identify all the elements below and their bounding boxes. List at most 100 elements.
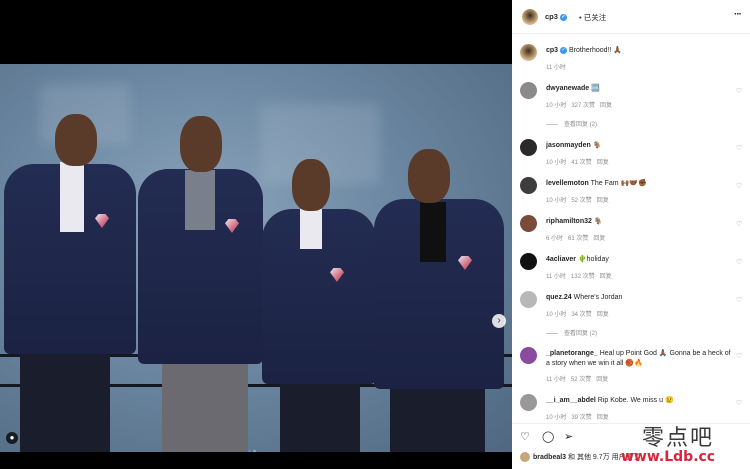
comment-time: 10 小时 [546, 103, 567, 109]
share-icon[interactable]: ➢ [564, 430, 573, 443]
comment-body: jasonmayden 🐐 [546, 141, 732, 151]
comment-time: 10 小时 [546, 198, 567, 204]
reply-button[interactable]: 回复 [593, 236, 605, 242]
view-replies-text: 查看回复 (2) [564, 122, 598, 128]
comment-time: 10 小时 [546, 160, 567, 166]
comment-likes[interactable]: 34 次赞 [571, 312, 591, 318]
comment-time: 11 小时 [546, 377, 566, 383]
comment-avatar[interactable] [520, 253, 537, 270]
watermark-logo: 零点吧 [642, 426, 715, 451]
heart-icon[interactable]: ♡ [736, 258, 742, 266]
comment-time: 10 小时 [546, 312, 567, 318]
comment-text: 🆒 [591, 85, 600, 92]
verified-icon: ✓ [559, 13, 567, 21]
post-photo[interactable]: › ● [0, 64, 512, 452]
view-replies[interactable]: 查看回复 (2) [546, 119, 597, 128]
comment-meta: 10 小时 327 次赞 回复 [546, 100, 617, 109]
follow-status[interactable]: • 已关注 [579, 12, 606, 23]
heart-icon[interactable]: ♡ [736, 87, 742, 95]
comment-text: Where's Jordan [573, 294, 623, 301]
heart-icon[interactable]: ♡ [736, 182, 742, 190]
heart-icon[interactable]: ♡ [736, 144, 742, 152]
view-replies-text: 查看回复 (2) [564, 331, 598, 337]
more-options-icon[interactable]: ··· [734, 9, 742, 20]
comment-meta: 11 小时 132 次赞 回复 [546, 271, 617, 280]
comment-likes[interactable]: 327 次赞 [571, 103, 595, 109]
comment-username[interactable]: jasonmayden [546, 142, 591, 149]
post-viewer: › ● cp3 ✓ • 已关注 ··· cp3 ✓ Brotherhood!! 🙏🏾 [0, 0, 750, 469]
comment-username[interactable]: riphamilton32 [546, 218, 592, 225]
comment-time: 10 小时 [546, 415, 567, 421]
comment-username[interactable]: levellemoton [546, 180, 589, 187]
comment-avatar[interactable] [520, 215, 537, 232]
author-avatar[interactable] [522, 9, 538, 25]
comment-body: 4acliaver 🌵holiday [546, 255, 732, 265]
heart-icon[interactable]: ♡ [736, 399, 742, 407]
comment-meta: 10 小时 39 次赞 回复 [546, 412, 614, 421]
comment-username[interactable]: quez.24 [546, 294, 572, 301]
post-header: cp3 ✓ • 已关注 ··· [512, 0, 750, 34]
comment-meta: 10 小时 41 次赞 回复 [546, 157, 614, 166]
view-replies[interactable]: 查看回复 (2) [546, 328, 597, 337]
comment-likes[interactable]: 41 次赞 [571, 160, 591, 166]
reply-button[interactable]: 回复 [597, 415, 609, 421]
comment-username[interactable]: _planetorange_ [546, 350, 598, 357]
comment-body: levellemoton The Fam 🙌🏾🤝🏾✊🏾 [546, 179, 732, 189]
comment-meta: 10 小时 52 次赞 回复 [546, 195, 614, 204]
comment-meta: 6 小时 61 次赞 回复 [546, 233, 610, 242]
comment-time: 11 小时 [546, 274, 566, 280]
next-photo-button[interactable]: › [492, 314, 506, 328]
caption-avatar[interactable] [520, 44, 537, 61]
comment-time: 6 小时 [546, 236, 564, 242]
comment-body: riphamilton32 🐐 [546, 217, 732, 227]
comment-username[interactable]: __i_am__abdel [546, 397, 596, 404]
carousel-dot-active [248, 450, 251, 452]
caption-meta: 11 小时 [546, 62, 571, 71]
comment-avatar[interactable] [520, 139, 537, 156]
comment-avatar[interactable] [520, 291, 537, 308]
comment-likes[interactable]: 52 次赞 [571, 377, 591, 383]
heart-icon[interactable]: ♡ [736, 220, 742, 228]
comment-icon[interactable]: ◯ [542, 430, 554, 443]
reply-button[interactable]: 回复 [597, 198, 609, 204]
comment-text: 🌵holiday [577, 256, 609, 263]
carousel-dots [248, 440, 258, 452]
comment-avatar[interactable] [520, 394, 537, 411]
comment-avatar[interactable] [520, 82, 537, 99]
comment-username[interactable]: dwyanewade [546, 85, 589, 92]
heart-icon[interactable]: ♡ [736, 352, 742, 360]
heart-icon[interactable]: ♡ [736, 296, 742, 304]
caption-username[interactable]: cp3 [546, 47, 558, 54]
comment-body: quez.24 Where's Jordan [546, 293, 732, 303]
author-username[interactable]: cp3 ✓ [545, 12, 567, 21]
user-tag-icon[interactable]: ● [6, 432, 18, 444]
comment-meta: 10 小时 34 次赞 回复 [546, 309, 614, 318]
reply-button[interactable]: 回复 [597, 312, 609, 318]
reply-button[interactable]: 回复 [600, 103, 612, 109]
comment-avatar[interactable] [520, 347, 537, 364]
reply-button[interactable]: 回复 [600, 274, 612, 280]
comment-meta: 11 小时 52 次赞 回复 [546, 374, 613, 383]
liker-username[interactable]: bradbeal3 [533, 454, 566, 461]
comment-likes[interactable]: 52 次赞 [571, 198, 591, 204]
reply-button[interactable]: 回复 [596, 377, 608, 383]
comment-body: _planetorange_ Heal up Point God 🙏🏾 Gonn… [546, 349, 732, 369]
follow-status-text: 已关注 [583, 13, 607, 22]
like-icon[interactable]: ♡ [520, 430, 530, 443]
caption-text: Brotherhood!! 🙏🏾 [569, 47, 623, 54]
comment-avatar[interactable] [520, 177, 537, 194]
comment-text: Rip Kobe. We miss u 😢 [597, 397, 674, 404]
replies-line [546, 123, 558, 125]
comment-likes[interactable]: 132 次赞 [571, 274, 595, 280]
reply-button[interactable]: 回复 [597, 160, 609, 166]
comment-likes[interactable]: 39 次赞 [571, 415, 591, 421]
comment-body: __i_am__abdel Rip Kobe. We miss u 😢 [546, 396, 732, 406]
caption-body: cp3 ✓ Brotherhood!! 🙏🏾 [546, 46, 732, 56]
watermark-url: www.Ldb.cc [621, 449, 716, 465]
divider [512, 423, 750, 424]
comment-text: The Fam 🙌🏾🤝🏾✊🏾 [590, 180, 647, 187]
comment-likes[interactable]: 61 次赞 [568, 236, 588, 242]
liker-avatar [520, 452, 530, 463]
comment-username[interactable]: 4acliaver [546, 256, 576, 263]
author-username-text: cp3 [545, 12, 558, 21]
